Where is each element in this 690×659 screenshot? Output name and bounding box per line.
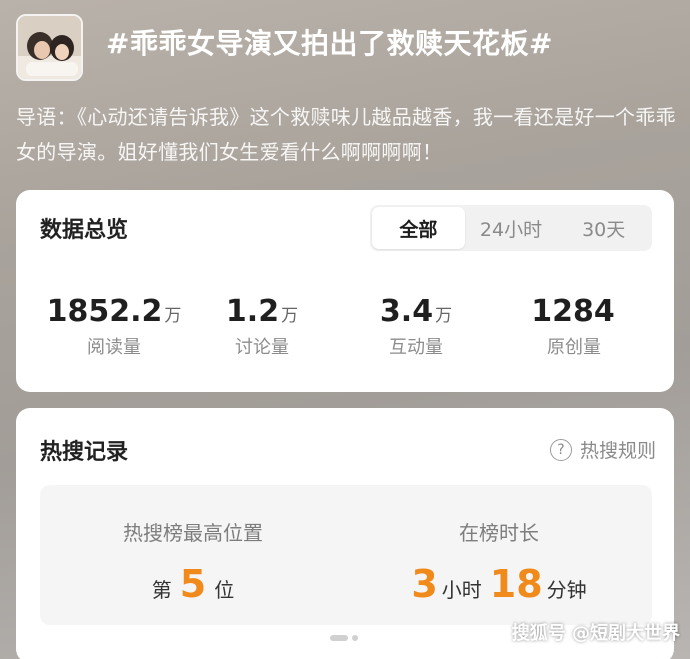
tab-24h[interactable]: 24小时 — [465, 207, 558, 249]
page-indicator-dot — [352, 635, 358, 641]
duration-label: 在榜时长 — [459, 521, 539, 545]
stat-discussions-label: 讨论量 — [235, 337, 289, 358]
watermark: 搜狐号 @短剧大世界 — [511, 623, 680, 644]
hot-search-stats-panel: 热搜榜最高位置 第 5 位 在榜时长 3 小时 18 分钟 — [40, 485, 652, 625]
stat-interactions: 3.4 万 互动量 — [336, 294, 496, 359]
peak-position-block: 热搜榜最高位置 第 5 位 — [40, 485, 346, 625]
peak-suffix: 位 — [214, 578, 235, 602]
stat-interactions-value: 3.4 — [379, 294, 434, 329]
stat-reads-unit: 万 — [164, 306, 182, 326]
hot-search-rules-label: 热搜规则 — [579, 440, 656, 462]
stat-interactions-value-row: 3.4 万 — [336, 294, 496, 329]
topic-title: #乖乖女导演又拍出了救赎天花板# — [106, 27, 553, 60]
topic-thumbnail — [16, 14, 83, 81]
duration-minutes-unit: 分钟 — [546, 578, 587, 602]
topic-intro: 导语：《心动还请告诉我》这个救赎味儿越品越香，我一看还是好一个乖乖女的导演。姐好… — [16, 105, 676, 164]
duration-minutes-value: 18 — [489, 562, 543, 606]
duration-hours-value: 3 — [411, 562, 438, 606]
hot-search-rules-link[interactable]: ? 热搜规则 — [549, 436, 656, 463]
stat-discussions-unit: 万 — [281, 306, 299, 326]
stat-reads-value: 1852.2 — [46, 294, 163, 329]
hot-search-heading: 热搜记录 — [40, 440, 129, 465]
stat-originals-label: 原创量 — [547, 337, 601, 358]
stat-interactions-unit: 万 — [435, 306, 453, 326]
duration-value-row: 3 小时 18 分钟 — [346, 562, 652, 606]
stat-interactions-label: 互动量 — [389, 337, 443, 358]
stat-reads-value-row: 1852.2 万 — [34, 294, 194, 329]
duration-block: 在榜时长 3 小时 18 分钟 — [346, 485, 652, 625]
stat-originals-value-row: 1284 — [494, 294, 654, 329]
peak-position-value: 5 — [179, 562, 207, 606]
page-indicator-dot-active — [330, 635, 348, 641]
question-icon: ? — [549, 438, 572, 461]
tab-all[interactable]: 全部 — [372, 207, 465, 249]
data-overview-card: 数据总览 全部 24小时 30天 1852.2 万 阅读量 1.2 万 讨论量 3.… — [16, 190, 674, 392]
peak-position-value-row: 第 5 位 — [40, 562, 346, 606]
time-range-segmented-control: 全部 24小时 30天 — [370, 205, 652, 251]
tab-30d[interactable]: 30天 — [557, 207, 650, 249]
stat-reads: 1852.2 万 阅读量 — [34, 294, 194, 359]
stat-originals-value: 1284 — [531, 294, 615, 329]
overview-heading: 数据总览 — [40, 218, 129, 243]
stat-discussions: 1.2 万 讨论量 — [182, 294, 342, 359]
page-indicator — [330, 635, 358, 641]
stat-reads-label: 阅读量 — [87, 337, 141, 358]
stat-discussions-value: 1.2 — [225, 294, 280, 329]
peak-prefix: 第 — [151, 578, 172, 602]
peak-position-label: 热搜榜最高位置 — [123, 521, 263, 545]
duration-hours-unit: 小时 — [441, 578, 482, 602]
stat-originals: 1284 原创量 — [494, 294, 654, 359]
topic-thumbnail-image — [18, 16, 81, 79]
stat-discussions-value-row: 1.2 万 — [182, 294, 342, 329]
